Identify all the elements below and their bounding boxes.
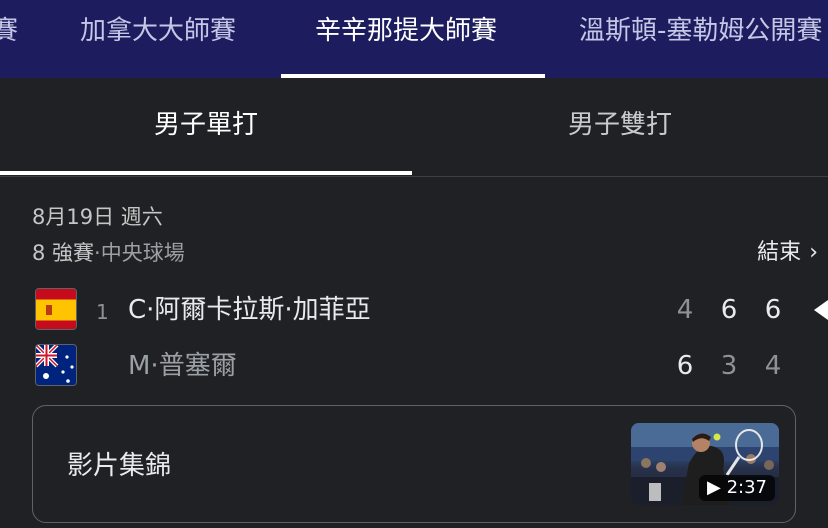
set-score: 3 — [720, 351, 738, 381]
highlights-card[interactable]: 影片集錦 ▶ 2:37 — [32, 405, 796, 523]
set-score: 4 — [676, 295, 694, 325]
match-status: 結束 — [757, 240, 802, 265]
play-icon: ▶ — [707, 477, 721, 498]
video-duration: 2:37 — [726, 477, 767, 498]
tournament-tabs: 賽 加拿大大師賽 辛辛那提大師賽 溫斯頓-塞勒姆公開賽 — [0, 0, 828, 78]
video-duration-badge: ▶ 2:37 — [699, 475, 775, 501]
player-name: M·普塞爾 — [128, 351, 237, 381]
match-venue: 中央球場 — [100, 241, 185, 265]
tab-cincinnati-masters[interactable]: 辛辛那提大師賽 — [315, 14, 497, 48]
set-score: 6 — [720, 295, 738, 325]
event-tabs: 男子單打 男子雙打 — [0, 78, 828, 177]
tab-mens-singles[interactable]: 男子單打 — [0, 108, 412, 142]
australia-flag-icon — [35, 344, 77, 386]
video-thumbnail[interactable]: ▶ 2:37 — [631, 423, 779, 505]
tab-winston-salem-open[interactable]: 溫斯頓-塞勒姆公開賽 — [579, 14, 822, 48]
tab-mens-doubles[interactable]: 男子雙打 — [414, 108, 826, 142]
player-name-winner: C·阿爾卡拉斯·加菲亞 — [128, 295, 371, 325]
set-score: 4 — [764, 351, 782, 381]
tab-canada-masters[interactable]: 加拿大大師賽 — [80, 14, 236, 48]
spain-flag-icon — [35, 288, 77, 330]
chevron-right-icon: › — [809, 240, 818, 265]
set-score: 6 — [764, 295, 782, 325]
winner-indicator-icon — [814, 300, 828, 320]
match-date: 8月19日 週六 — [32, 205, 163, 229]
highlights-label: 影片集錦 — [67, 451, 172, 481]
player-seed: 1 — [96, 300, 109, 324]
match-round-info: 8 強賽·中央球場 — [32, 239, 185, 267]
tab-previous-tournament[interactable]: 賽 — [0, 14, 18, 48]
separator: · — [94, 241, 101, 265]
match-status-link[interactable]: 結束 › — [757, 239, 818, 267]
active-subtab-indicator — [0, 171, 412, 175]
set-score: 6 — [676, 351, 694, 381]
match-round: 8 強賽 — [32, 241, 95, 265]
